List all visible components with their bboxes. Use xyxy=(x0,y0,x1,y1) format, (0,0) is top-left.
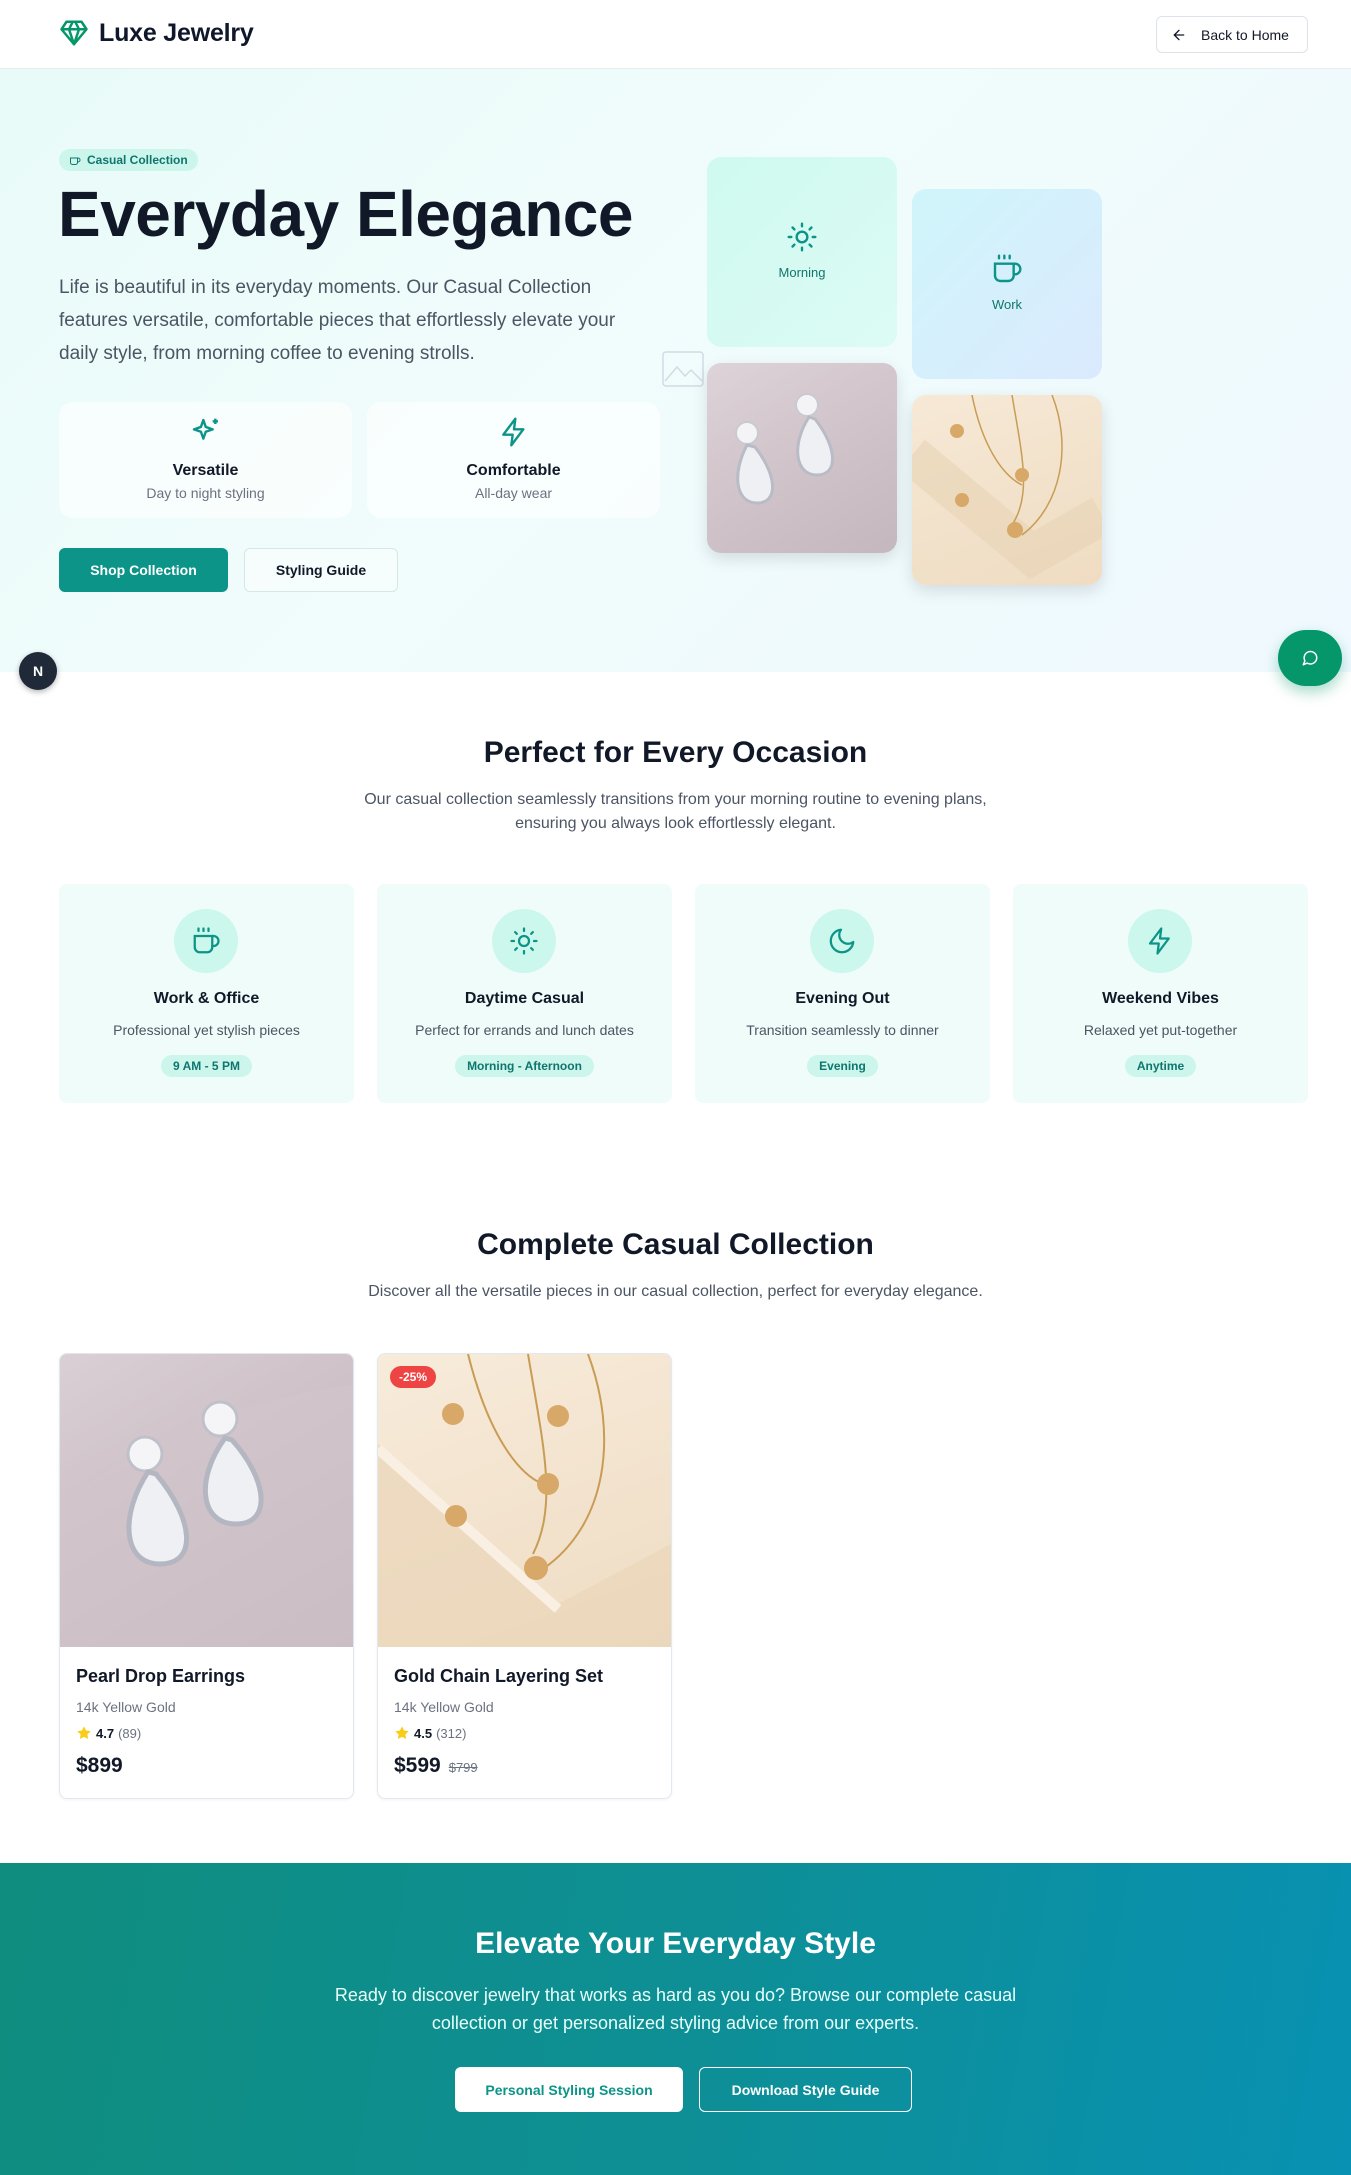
occasion-title: Work & Office xyxy=(153,990,260,1007)
coffee-icon xyxy=(70,157,81,165)
sparkles-icon xyxy=(192,418,218,440)
product-price: $599 $799 xyxy=(394,1754,478,1778)
occasions-subtitle: Our casual collection seamlessly transit… xyxy=(364,791,987,832)
occasion-time-pill: 9 AM - 5 PM xyxy=(161,1055,252,1077)
occasion-description: Professional yet stylish pieces xyxy=(113,1022,300,1038)
product-material: 14k Yellow Gold xyxy=(76,1699,176,1715)
diamond-icon xyxy=(60,20,88,46)
occasion-card-evening: Evening Out Transition seamlessly to din… xyxy=(695,884,990,1103)
dev-tools-badge-label: N xyxy=(32,663,44,679)
back-to-home-button[interactable]: Back to Home xyxy=(1156,16,1308,53)
coffee-icon xyxy=(193,927,220,954)
product-material: 14k Yellow Gold xyxy=(394,1699,494,1715)
occasion-time-pill: Morning - Afternoon xyxy=(455,1055,594,1077)
collection-badge: Casual Collection xyxy=(59,149,198,171)
moon-icon xyxy=(829,928,855,954)
rating-value: 4.5 xyxy=(414,1725,433,1741)
gold-chain-image xyxy=(912,395,1102,585)
cta-description: Ready to discover jewelry that works as … xyxy=(334,1985,1017,2033)
chat-button[interactable] xyxy=(1278,630,1342,686)
original-price: $799 xyxy=(448,1760,478,1775)
product-rating: 4.7 (89) xyxy=(76,1725,141,1741)
collection-subtitle: Discover all the versatile pieces in our… xyxy=(368,1283,983,1300)
feature-title: Versatile xyxy=(172,462,239,479)
morning-tile: Morning xyxy=(707,157,897,347)
work-tile: Work xyxy=(912,189,1102,379)
product-card-pearl-drop-earrings[interactable]: Pearl Drop Earrings 14k Yellow Gold 4.7 … xyxy=(59,1353,354,1799)
hero-description: Life is beautiful in its everyday moment… xyxy=(59,277,616,364)
occasion-card-work: Work & Office Professional yet stylish p… xyxy=(59,884,354,1103)
occasion-card-weekend: Weekend Vibes Relaxed yet put-together A… xyxy=(1013,884,1308,1103)
rating-value: 4.7 xyxy=(96,1725,115,1741)
cta-section: Elevate Your Everyday Style Ready to dis… xyxy=(0,1863,1351,2175)
discount-badge: -25% xyxy=(390,1366,437,1388)
shop-collection-button[interactable]: Shop Collection xyxy=(59,548,228,592)
sun-icon xyxy=(787,222,817,252)
star-icon xyxy=(77,1726,91,1739)
product-name: Pearl Drop Earrings xyxy=(76,1666,246,1686)
occasion-title: Weekend Vibes xyxy=(1102,990,1219,1007)
brand-name: Luxe Jewelry xyxy=(99,18,254,47)
product-image xyxy=(378,1354,671,1647)
star-icon xyxy=(395,1726,409,1739)
download-style-guide-button[interactable]: Download Style Guide xyxy=(699,2067,912,2112)
image-placeholder-icon xyxy=(662,351,704,387)
feature-title: Comfortable xyxy=(466,462,561,479)
feature-subtitle: All-day wear xyxy=(474,485,553,501)
current-price: $899 xyxy=(76,1754,123,1777)
occasions-title: Perfect for Every Occasion xyxy=(483,736,868,769)
zap-icon xyxy=(1148,927,1170,955)
cta-title: Elevate Your Everyday Style xyxy=(475,1927,876,1960)
occasion-icon-wrap xyxy=(174,909,238,973)
earrings-illustration xyxy=(735,393,834,505)
brand-logo[interactable]: Luxe Jewelry xyxy=(59,18,254,48)
feature-card-versatile: Versatile Day to night styling xyxy=(59,402,352,518)
work-tile-label: Work xyxy=(991,297,1023,312)
occasion-card-daytime: Daytime Casual Perfect for errands and l… xyxy=(377,884,672,1103)
occasion-icon-wrap xyxy=(492,909,556,973)
dev-tools-badge[interactable]: N xyxy=(19,652,57,690)
occasion-description: Perfect for errands and lunch dates xyxy=(415,1022,634,1038)
gold-chain-illustration xyxy=(912,395,1102,580)
product-image xyxy=(60,1354,353,1647)
site-header: Luxe Jewelry Back to Home xyxy=(0,0,1351,69)
collection-title: Complete Casual Collection xyxy=(477,1228,874,1261)
earrings-image xyxy=(707,363,897,553)
occasion-title: Daytime Casual xyxy=(464,990,585,1007)
coffee-icon xyxy=(993,254,1022,283)
personal-styling-session-button[interactable]: Personal Styling Session xyxy=(455,2067,683,2112)
morning-tile-label: Morning xyxy=(778,265,826,280)
hero-title: Everyday Elegance xyxy=(58,178,633,250)
message-circle-icon xyxy=(1302,650,1318,666)
collection-badge-label: Casual Collection xyxy=(87,153,188,167)
occasion-icon-wrap xyxy=(1128,909,1192,973)
occasion-description: Transition seamlessly to dinner xyxy=(746,1022,939,1038)
styling-guide-button[interactable]: Styling Guide xyxy=(244,548,398,592)
occasion-time-pill: Anytime xyxy=(1124,1055,1197,1077)
sun-icon xyxy=(510,927,538,955)
zap-icon xyxy=(502,417,525,447)
current-price: $599 xyxy=(394,1754,441,1777)
product-price: $899 xyxy=(76,1754,123,1778)
back-to-home-label: Back to Home xyxy=(1201,26,1289,43)
review-count: (312) xyxy=(436,1725,467,1741)
feature-card-comfortable: Comfortable All-day wear xyxy=(367,402,660,518)
occasion-title: Evening Out xyxy=(795,990,890,1007)
occasion-description: Relaxed yet put-together xyxy=(1083,1022,1238,1038)
arrow-left-icon xyxy=(1173,29,1185,40)
gold-chain-illustration xyxy=(378,1354,671,1647)
hero-section: Casual Collection Everyday Elegance Life… xyxy=(0,69,1351,690)
review-count: (89) xyxy=(118,1725,142,1741)
feature-subtitle: Day to night styling xyxy=(146,485,265,501)
product-card-gold-chain-layering-set[interactable]: -25% Gold Chain Layering Set 14k Yellow … xyxy=(377,1353,672,1799)
occasion-time-pill: Evening xyxy=(807,1055,878,1077)
earrings-illustration xyxy=(60,1384,353,1647)
product-name: Gold Chain Layering Set xyxy=(394,1666,604,1686)
product-rating: 4.5 (312) xyxy=(394,1725,466,1741)
occasion-icon-wrap xyxy=(810,909,874,973)
